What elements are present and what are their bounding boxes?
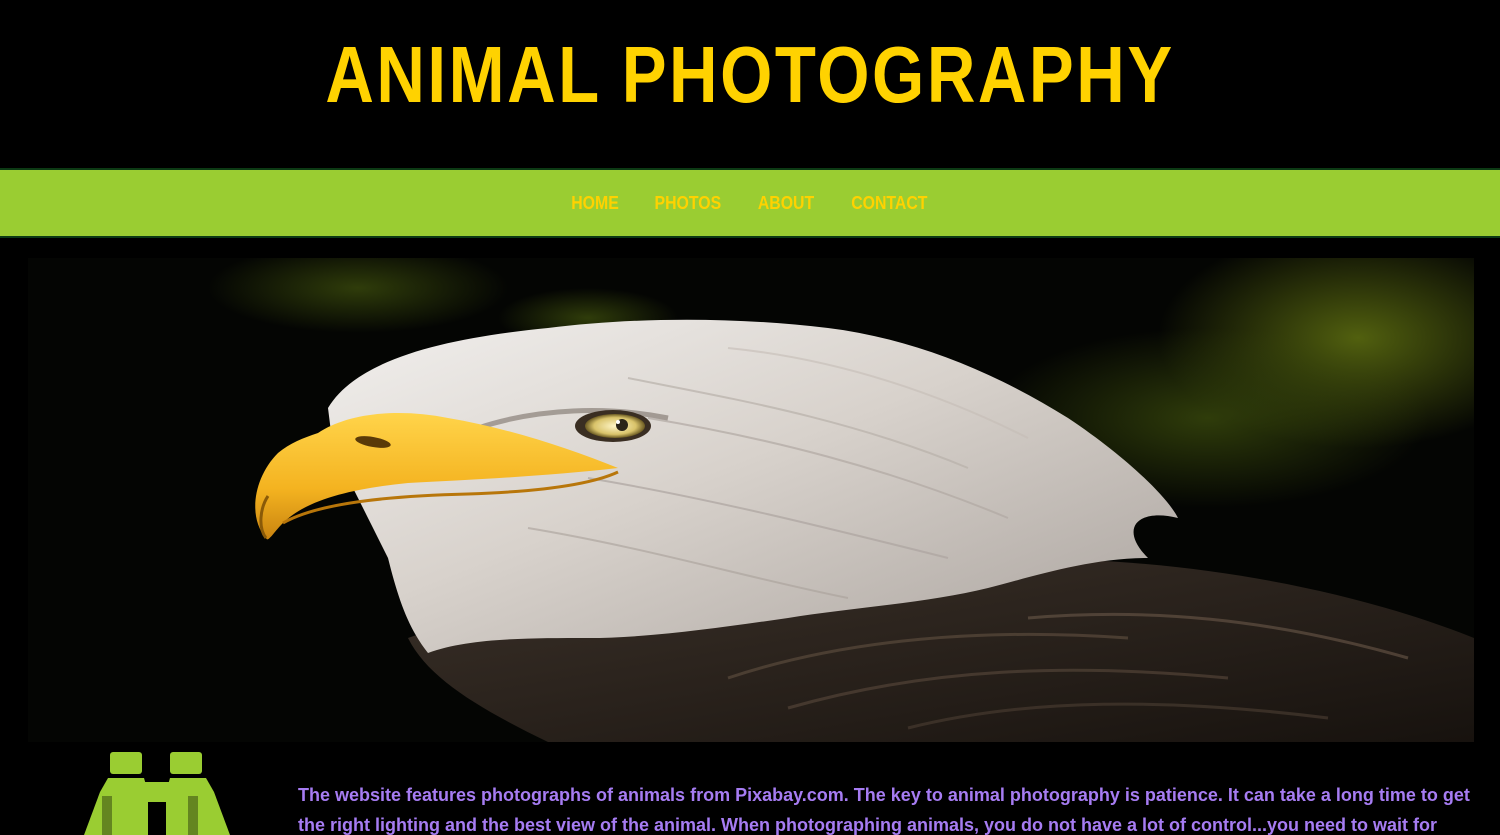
eagle-photo: [28, 258, 1474, 742]
nav-list: HOME PHOTOS ABOUT CONTACT: [0, 170, 1500, 236]
nav-link-photos[interactable]: PHOTOS: [654, 193, 721, 214]
nav-link-contact[interactable]: CONTACT: [851, 193, 927, 214]
nav-item-contact: CONTACT: [846, 193, 933, 214]
nav-item-photos: PHOTOS: [650, 193, 726, 214]
main-nav: HOME PHOTOS ABOUT CONTACT: [0, 168, 1500, 238]
binoculars-icon: [82, 752, 232, 835]
site-header: ANIMAL PHOTOGRAPHY: [0, 0, 1500, 168]
site-title: ANIMAL PHOTOGRAPHY: [325, 30, 1175, 119]
hero-image: [28, 258, 1474, 742]
nav-link-home[interactable]: HOME: [571, 193, 619, 214]
nav-link-about[interactable]: ABOUT: [757, 193, 813, 214]
nav-item-about: ABOUT: [754, 193, 818, 214]
nav-item-home: HOME: [568, 193, 622, 214]
intro-text: The website features photographs of anim…: [298, 785, 1470, 835]
